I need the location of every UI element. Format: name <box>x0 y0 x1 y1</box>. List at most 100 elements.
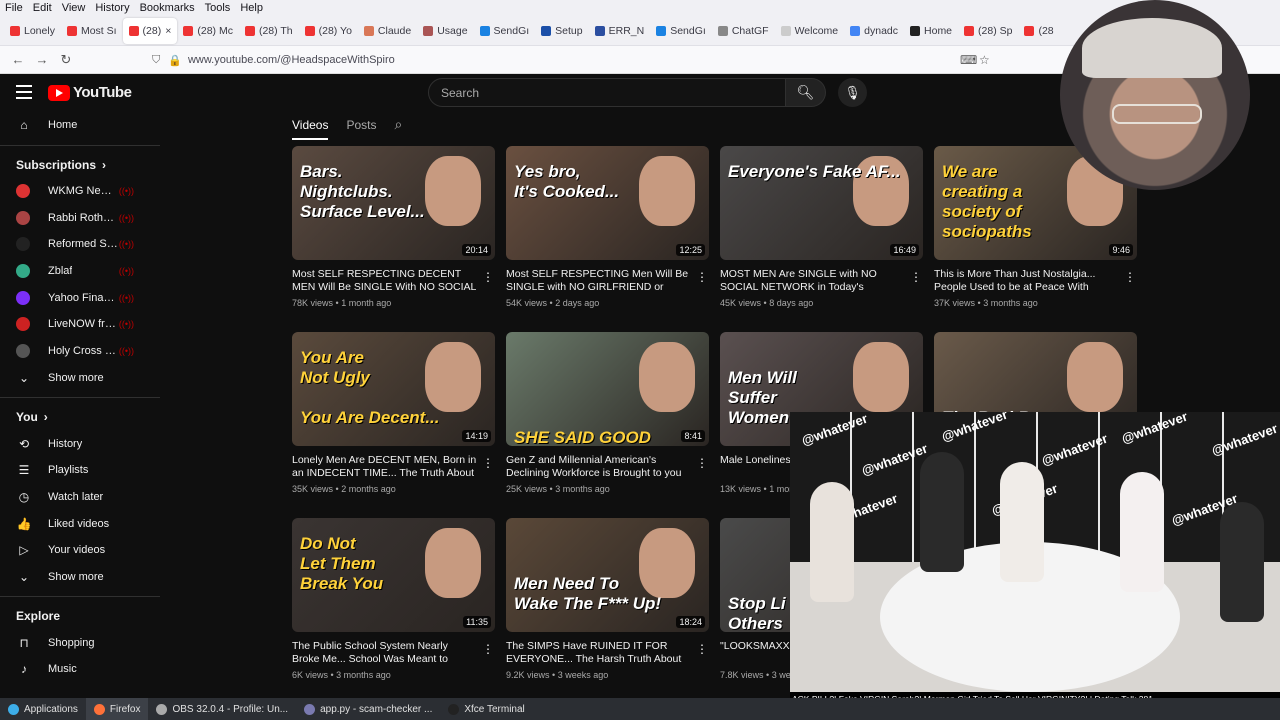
browser-tab[interactable]: Welcome <box>775 18 845 44</box>
video-thumbnail[interactable]: You Are Not Ugly You Are Decent... 14:19 <box>292 332 495 446</box>
forward-icon[interactable]: → <box>30 52 54 67</box>
more-options-icon[interactable]: ⋮ <box>910 270 922 284</box>
sidebar-item-home[interactable]: ⌂ Home <box>0 112 160 139</box>
bookmark-star-icon[interactable]: ☆ <box>979 53 990 67</box>
browser-tab[interactable]: Usage <box>417 18 473 44</box>
menu-view[interactable]: View <box>57 2 91 14</box>
browser-tab[interactable]: Home <box>904 18 958 44</box>
browser-tab[interactable]: Claude <box>358 18 417 44</box>
picture-in-picture-video[interactable]: ACK PILL?! Fake VIRGIN Sarah?! Mormon Gi… <box>790 412 1280 706</box>
you-header[interactable]: You › <box>0 404 160 430</box>
browser-tab[interactable]: (28) Th <box>239 18 299 44</box>
close-icon[interactable]: × <box>165 25 171 37</box>
menu-icon[interactable] <box>16 85 32 99</box>
video-title[interactable]: Lonely Men Are DECENT MEN, Born in an IN… <box>292 454 478 480</box>
sidebar-item-your-videos[interactable]: ▷ Your videos <box>0 537 160 564</box>
show-more-you[interactable]: ⌄ Show more <box>0 564 160 591</box>
show-more-subscriptions[interactable]: ⌄ Show more <box>0 365 160 392</box>
more-options-icon[interactable]: ⋮ <box>482 270 494 284</box>
menu-edit[interactable]: Edit <box>28 2 57 14</box>
video-title[interactable]: The Public School System Nearly Broke Me… <box>292 640 478 666</box>
video-thumbnail[interactable]: Everyone's Fake AF... 16:49 <box>720 146 923 260</box>
browser-tab[interactable]: Lonely <box>4 18 61 44</box>
reload-icon[interactable]: ↻ <box>54 52 78 68</box>
video-title[interactable]: This is More Than Just Nostalgia... Peop… <box>934 268 1120 294</box>
menu-file[interactable]: File <box>0 2 28 14</box>
video-card[interactable]: Everyone's Fake AF... 16:49 MOST MEN Are S… <box>720 146 924 308</box>
browser-tab[interactable]: Setup <box>535 18 588 44</box>
video-card[interactable]: You Are Not Ugly You Are Decent... 14:19 L… <box>292 332 496 494</box>
subscriptions-header[interactable]: Subscriptions › <box>0 152 160 178</box>
sidebar-subscription[interactable]: Reformed Stoic ((•)) <box>0 231 160 258</box>
sidebar-item-liked-videos[interactable]: 👍 Liked videos <box>0 510 160 537</box>
live-indicator-icon: ((•)) <box>118 266 134 277</box>
taskbar-item[interactable]: OBS 32.0.4 - Profile: Un... <box>148 698 296 720</box>
menu-help[interactable]: Help <box>235 2 268 14</box>
browser-tab[interactable]: ChatGF <box>712 18 775 44</box>
browser-tab[interactable]: (28) Mc <box>177 18 239 44</box>
video-card[interactable]: Do Not Let Them Break You 11:35 The Public… <box>292 518 496 680</box>
lock-icon[interactable]: 🔒 <box>168 54 182 67</box>
channel-search-icon[interactable]: ⌕ <box>395 116 403 141</box>
voice-search-button[interactable]: 🎙︎ <box>838 78 867 107</box>
video-card[interactable]: Yes bro, It's Cooked... 12:25 Most SELF RE… <box>506 146 710 308</box>
video-title[interactable]: Gen Z and Millennial American's Declinin… <box>506 454 692 480</box>
search-button[interactable]: 🔍︎ <box>786 78 826 107</box>
browser-tab[interactable]: dynadc <box>844 18 904 44</box>
search-input[interactable]: Search <box>428 78 786 107</box>
more-options-icon[interactable]: ⋮ <box>696 270 708 284</box>
video-card[interactable]: Bars. Nightclubs. Surface Level... 20:14 M… <box>292 146 496 308</box>
youtube-logo[interactable]: YouTube <box>48 84 132 101</box>
video-card[interactable]: Men Need To Wake The F*** Up! 18:24 The SI… <box>506 518 710 680</box>
menu-tools[interactable]: Tools <box>200 2 236 14</box>
more-options-icon[interactable]: ⋮ <box>482 456 494 470</box>
taskbar-item[interactable]: Xfce Terminal <box>440 698 532 720</box>
meta-separator: • <box>549 670 558 680</box>
video-title[interactable]: The SIMPS Have RUINED IT FOR EVERYONE...… <box>506 640 692 666</box>
taskbar-item[interactable]: app.py - scam-checker ... <box>296 698 440 720</box>
sidebar-subscription[interactable]: WKMG News 6 C...((•)) <box>0 178 160 205</box>
more-options-icon[interactable]: ⋮ <box>696 456 708 470</box>
translate-icon[interactable]: ⌨ <box>960 53 977 67</box>
video-card[interactable]: SHE SAID GOOD MORNING 8:41 Gen Z and Mille… <box>506 332 710 494</box>
menu-history[interactable]: History <box>90 2 134 14</box>
tab-posts[interactable]: Posts <box>346 118 376 140</box>
video-title[interactable]: Most SELF RESPECTING DECENT MEN Will Be … <box>292 268 478 294</box>
sidebar-item-shopping[interactable]: ⊓ Shopping <box>0 629 160 656</box>
browser-tab[interactable]: Most Sı <box>61 18 123 44</box>
sidebar-item-playlists[interactable]: ☰ Playlists <box>0 457 160 484</box>
sidebar-subscription[interactable]: Holy Cross Mona...((•)) <box>0 338 160 365</box>
sidebar-item-watch-later[interactable]: ◷ Watch later <box>0 484 160 511</box>
browser-tab[interactable]: (28) Sp <box>958 18 1018 44</box>
more-options-icon[interactable]: ⋮ <box>482 642 494 656</box>
sidebar-item-music[interactable]: ♪ Music <box>0 656 160 683</box>
tab-videos[interactable]: Videos <box>292 118 329 140</box>
browser-tab[interactable]: ERR_N <box>589 18 651 44</box>
sidebar-subscription[interactable]: Yahoo Finance ((•)) <box>0 284 160 311</box>
back-icon[interactable]: ← <box>6 52 30 67</box>
browser-tab[interactable]: SendGı <box>650 18 712 44</box>
sidebar-subscription[interactable]: LiveNOW from F...((•)) <box>0 311 160 338</box>
url-field[interactable]: ⛉ 🔒 www.youtube.com/@HeadspaceWithSpiro <box>152 49 1002 71</box>
browser-tab[interactable]: (28) Yo <box>299 18 358 44</box>
browser-tab[interactable]: SendGı <box>474 18 536 44</box>
video-thumbnail[interactable]: Men Need To Wake The F*** Up! 18:24 <box>506 518 709 632</box>
sidebar-subscription[interactable]: Zblaf ((•)) <box>0 258 160 285</box>
more-options-icon[interactable]: ⋮ <box>696 642 708 656</box>
browser-tab[interactable]: (28 <box>1018 18 1059 44</box>
taskbar-item[interactable]: Applications <box>0 698 86 720</box>
video-thumbnail[interactable]: Yes bro, It's Cooked... 12:25 <box>506 146 709 260</box>
video-title[interactable]: MOST MEN Are SINGLE with NO SOCIAL NETWO… <box>720 268 906 294</box>
sidebar-subscription[interactable]: Rabbi Rothschild((•)) <box>0 204 160 231</box>
video-thumbnail[interactable]: Bars. Nightclubs. Surface Level... 20:14 <box>292 146 495 260</box>
video-title[interactable]: Most SELF RESPECTING Men Will Be SINGLE … <box>506 268 692 294</box>
more-options-icon[interactable]: ⋮ <box>1124 270 1136 284</box>
browser-tab[interactable]: (28) × <box>122 17 178 44</box>
taskbar-item[interactable]: Firefox <box>85 698 149 720</box>
sidebar-item-history[interactable]: ⟲ History <box>0 430 160 457</box>
shield-icon[interactable]: ⛉ <box>152 54 160 67</box>
menu-bookmarks[interactable]: Bookmarks <box>135 2 200 14</box>
video-thumbnail[interactable]: SHE SAID GOOD MORNING 8:41 <box>506 332 709 446</box>
video-thumbnail[interactable]: Do Not Let Them Break You 11:35 <box>292 518 495 632</box>
upload-age: 2 months ago <box>341 484 396 494</box>
